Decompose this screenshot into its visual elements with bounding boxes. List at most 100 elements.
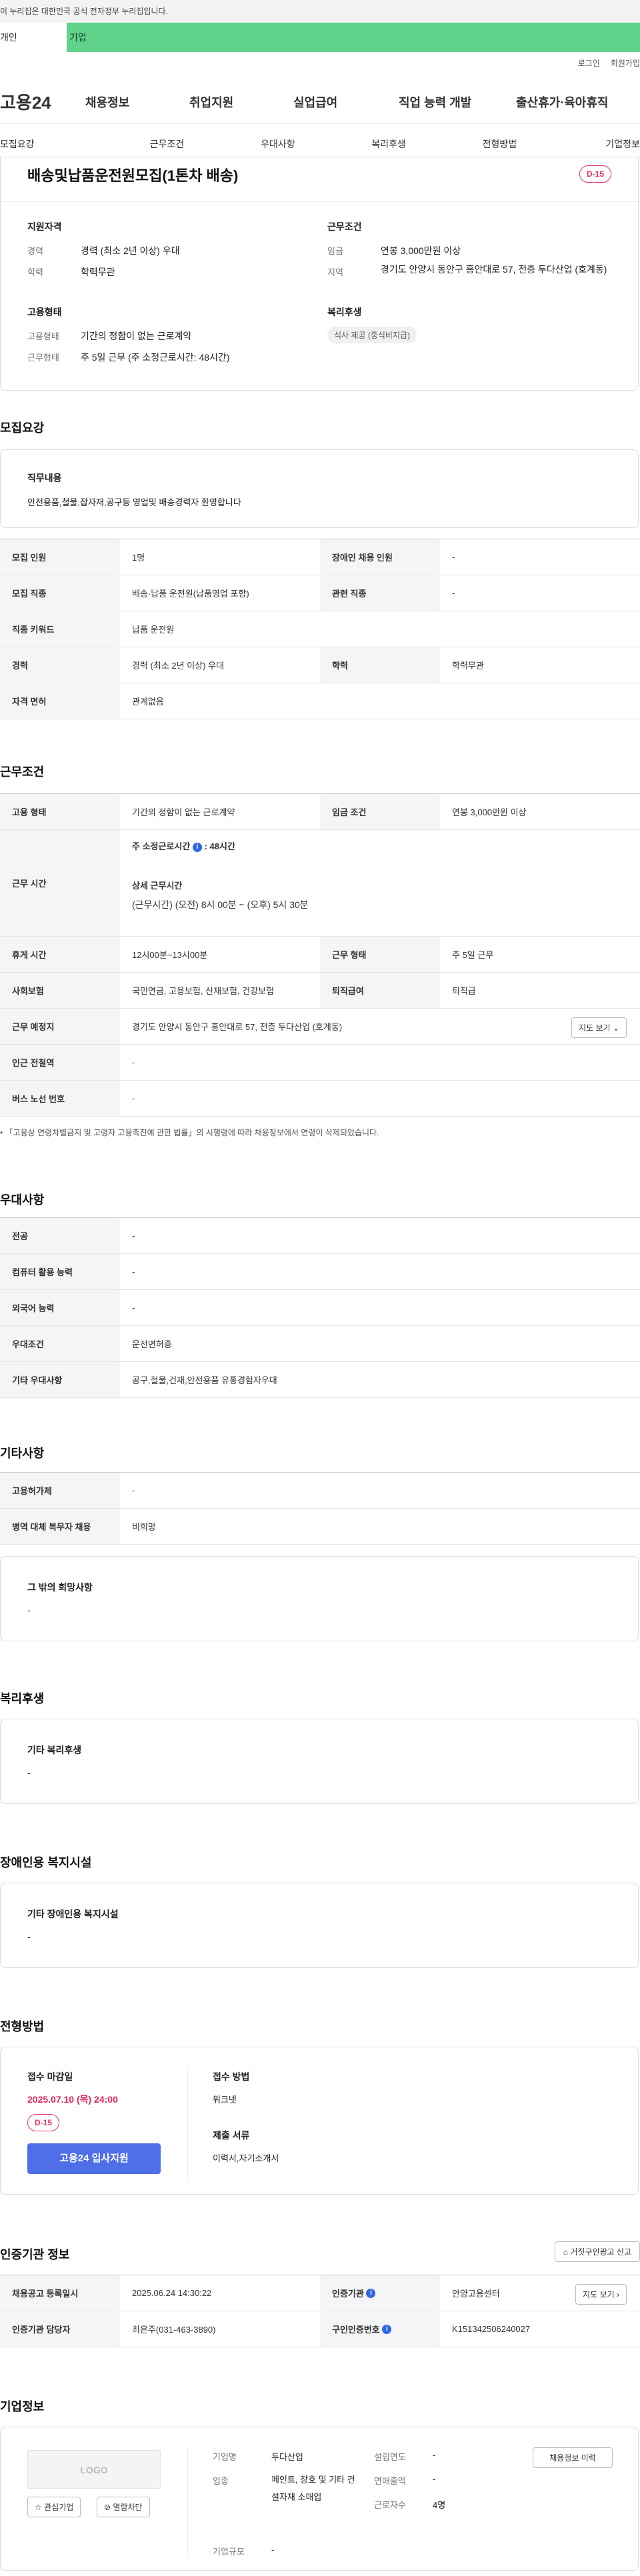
info-icon[interactable]: i [382,2324,392,2334]
company-card: LOGO ☆ 관심기업 ⊘ 열람차단 기업명 두다산업 업종 페인트, 창호 및… [0,2427,639,2571]
subnav-company[interactable]: 기업정보 [593,131,640,157]
other-wish-card: 그 밖의 희망사항 - [0,1556,639,1641]
table-header: 인증기관 담당자 [0,2311,120,2347]
tab-individual[interactable]: 개인 [0,23,67,52]
table-row: 사회보험 국민연금, 고용보험, 산재보험, 건강보험 퇴직급여 퇴직급 [0,973,640,1009]
table-header: 고용 형태 [0,794,120,829]
table-cell: 비희망 [132,1522,156,1532]
tab-company-label: 기업 [69,32,87,43]
table-cell: - [132,1485,135,1495]
chevron-right-icon: › [617,2290,619,2299]
subnav-selection[interactable]: 전형방법 [483,131,517,157]
table-header: 버스 노선 번호 [0,1081,120,1116]
method-value: 워크넷 [213,2095,237,2105]
hours-week-value: : 48시간 [204,841,235,851]
gnb-parental-leave[interactable]: 출산휴가·육아휴직 [516,93,608,111]
section-nav: 모집요강 근무조건 우대사항 복리후생 전형방법 기업정보 [0,131,640,157]
info-icon[interactable]: i [366,2288,376,2298]
table-header: 병역 대체 복무자 채용 [0,1509,120,1544]
industry-label: 업종 [213,2476,229,2486]
edu-label: 학력 [27,267,43,277]
table-header: 외국어 능력 [0,1290,120,1325]
table-header: 사회보험 [0,973,120,1008]
table-cell: - [132,1231,135,1241]
map-button[interactable]: 지도 보기 ⌄ [571,1017,627,1038]
login-link[interactable]: 로그인 [578,57,600,69]
emp-value: 기간의 정함이 없는 근로계약 [81,331,192,341]
table-header: 직종 키워드 [0,611,120,647]
table-row: 채용공고 등록일시 2025.06.24 14:30:22 인증기관 i 안양고… [0,2275,640,2311]
subnav-welfare[interactable]: 복리후생 [371,131,406,157]
table-header: 학력 [320,647,440,683]
scale-label: 기업규모 [213,2547,245,2557]
table-cell: 연봉 3,000만원 이상 [452,807,527,817]
tab-company[interactable]: 기업 [67,23,640,52]
cert-map-button[interactable]: 지도 보기 › [575,2284,627,2305]
duty-value: 안전용품,철물,잡자재,공구등 영업및 배송경력자 환영합니다 [27,497,241,507]
hours-week: 주 소정근로시간 i : 48시간 [132,839,628,852]
table-cell: 운전면허증 [132,1339,172,1349]
qual-heading: 지원자격 [27,221,62,232]
gnb-employment-support[interactable]: 취업지원 [189,93,233,111]
cert-org-label: 인증기관 [332,2289,364,2299]
site-logo[interactable]: 고용24 [0,89,80,114]
gnb-skills[interactable]: 직업 능력 개발 [399,93,471,111]
disabled-heading: 장애인용 복지시설 [0,1856,92,1869]
apply-button[interactable]: 고용24 입사지원 [27,2143,161,2174]
cert-heading: 인증기관 정보 [0,2248,70,2261]
hours-detail-value: (근무시간) (오전) 8시 00분 ~ (오후) 5시 30분 [132,899,309,910]
region-value: 경기도 안양시 동안구 흥안대로 57, 전층 두다산업 (호계동) [381,264,607,275]
divider [187,2446,188,2559]
job-history-button[interactable]: 채용정보 이력 [533,2447,613,2468]
gnb-unemployment-benefit[interactable]: 실업급여 [293,93,337,111]
table-row: 고용 형태 기간의 정함이 없는 근로계약 임금 조건 연봉 3,000만원 이… [0,794,640,830]
job-title: 배송및납품운전원모집(1톤차 배송) [27,167,239,184]
top-tabs: 개인 기업 [0,23,640,52]
block-button[interactable]: ⊘ 열람차단 [97,2497,150,2517]
table-row: 고용허가제 - [0,1473,640,1509]
welfare-section-heading: 복리후생 [0,1692,45,1705]
welfare-chip: 식사 제공 (중식비지급) [327,327,417,343]
industry-value: 페인트, 창호 및 기타 건설자재 소매업 [271,2475,355,2502]
duty-heading: 직무내용 [27,473,62,483]
scale-value: - [271,2545,275,2555]
welfare-card: 기타 복리후생 - [0,1719,639,1804]
report-button[interactable]: ⌂ 거짓구인광고 신고 [554,2241,640,2262]
wage-value: 연봉 3,000만원 이상 [381,245,461,256]
hours-week-label: 주 소정근로시간 [132,841,191,851]
table-row: 버스 노선 번호 - [0,1081,640,1117]
table-cell: - [132,1057,135,1067]
chevron-down-icon: ⌄ [612,1023,619,1033]
table-header: 인근 전철역 [0,1045,120,1080]
table-header: 기타 우대사항 [0,1362,120,1397]
table-header: 관련 직종 [320,575,440,611]
table-cell: 납품 운전원 [132,625,175,635]
utility-menu: 로그인 회원가입 [578,57,640,69]
gov-banner: 이 누리집은 대한민국 공식 전자정부 누리집입니다. [0,0,640,23]
table-header: 컴퓨터 활용 능력 [0,1254,120,1289]
table-cell: 공구,철물,건재,안전용품 유통경험자우대 [132,1375,277,1385]
career-value: 경력 (최소 2년 이상) 우대 [81,245,180,256]
table-cell: 12시00분~13시00분 [132,950,208,960]
subnav-recruit[interactable]: 모집요강 [0,131,73,157]
table-header: 경력 [0,647,120,683]
age-note-text: 「고용상 연령차별금지 및 고령자 고용촉진에 관한 법률」의 시행령에 따라 … [5,1128,379,1137]
divider [1,201,638,202]
employees-label: 근로자수 [374,2500,406,2510]
cert-num-label: 구인인증번호 [332,2325,380,2335]
work-place-value: 경기도 안양시 동안구 흥안대로 57, 전층 두다산업 (호계동) [132,1022,343,1032]
table-header: 모집 인원 [0,539,120,575]
gnb-jobs[interactable]: 채용정보 [85,93,129,111]
work-label: 근무형태 [27,353,59,363]
join-link[interactable]: 회원가입 [611,57,640,69]
cert-org-header: 인증기관 i [320,2275,440,2311]
global-nav: 고용24 채용정보 취업지원 실업급여 직업 능력 개발 출산휴가·육아휴직 [0,80,640,124]
info-icon[interactable]: i [192,842,202,852]
subnav-prefer[interactable]: 우대사항 [261,131,295,157]
recruit-table: 모집 인원 1명 장애인 채용 인원 - 모집 직종 배송·납품 운전원(납품영… [0,539,640,719]
emp-label: 고용형태 [27,331,59,341]
favorite-button[interactable]: ☆ 관심기업 [27,2497,81,2517]
table-header: 고용허가제 [0,1473,120,1508]
table-cell: - [452,588,455,598]
subnav-conditions[interactable]: 근무조건 [150,131,185,157]
